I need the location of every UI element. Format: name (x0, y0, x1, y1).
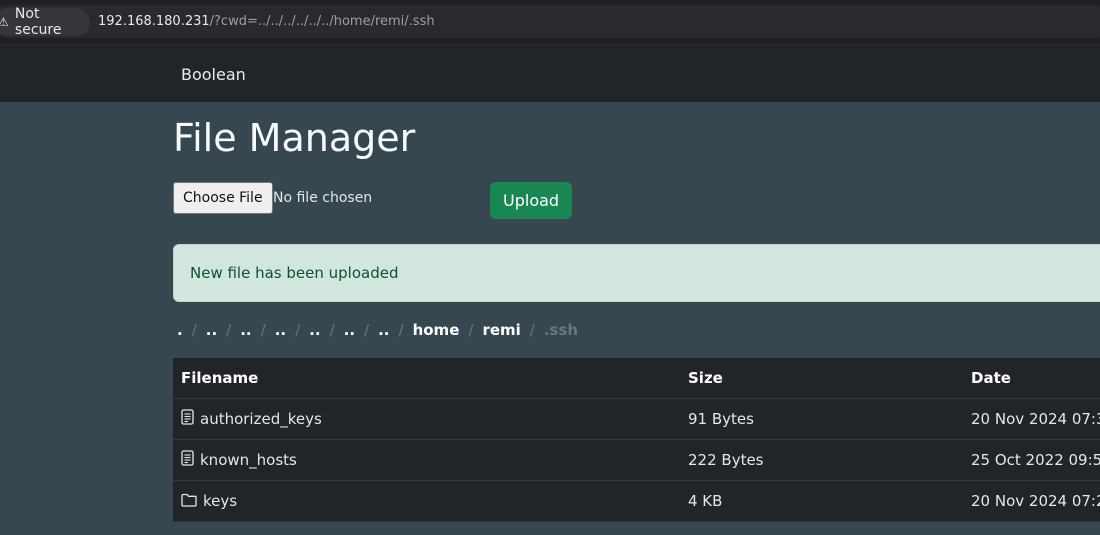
filename-link[interactable]: known_hosts (200, 451, 297, 469)
breadcrumb-item[interactable]: .. (275, 321, 286, 339)
success-alert: New file has been uploaded (173, 244, 1100, 302)
breadcrumb-separator: / (364, 321, 370, 339)
filename-cell: known_hosts (181, 440, 297, 480)
size-cell: 91 Bytes (688, 410, 754, 428)
date-cell: 20 Nov 2024 07:26 (971, 492, 1100, 510)
size-cell: 4 KB (688, 492, 723, 510)
breadcrumb-item[interactable]: .. (240, 321, 251, 339)
breadcrumb-item: .ssh (543, 321, 579, 339)
url-text[interactable]: 192.168.180.231/?cwd=../../../../../../h… (98, 14, 435, 29)
date-cell: 25 Oct 2022 09:58 (971, 451, 1100, 469)
breadcrumb-separator: / (329, 321, 335, 339)
file-icon (181, 441, 194, 481)
url-path: /?cwd=../../../../../../home/remi/.ssh (209, 14, 435, 29)
page-title: File Manager (173, 116, 416, 160)
navbar: Boolean (0, 44, 1100, 102)
breadcrumb-item[interactable]: .. (309, 321, 320, 339)
upload-button[interactable]: Upload (490, 182, 573, 219)
table-row: known_hosts 222 Bytes 25 Oct 2022 09:58 (173, 440, 1100, 481)
table-row: keys 4 KB 20 Nov 2024 07:26 (173, 481, 1100, 522)
navbar-brand[interactable]: Boolean (181, 65, 246, 84)
breadcrumb-item[interactable]: .. (378, 321, 389, 339)
header-size[interactable]: Size (688, 358, 723, 398)
breadcrumb-separator: / (295, 321, 301, 339)
browser-address-bar: ⚠ Not secure 192.168.180.231/?cwd=../../… (0, 0, 1100, 44)
breadcrumb-item[interactable]: remi (482, 321, 520, 339)
alert-text: New file has been uploaded (190, 264, 399, 282)
header-filename[interactable]: Filename (181, 358, 258, 398)
breadcrumb-item[interactable]: home (413, 321, 460, 339)
header-date[interactable]: Date (971, 358, 1011, 398)
date-cell: 20 Nov 2024 07:34 (971, 410, 1100, 428)
security-indicator[interactable]: ⚠ Not secure (0, 6, 90, 38)
breadcrumb-separator: / (226, 321, 232, 339)
table-header-row: Filename Size Date (173, 358, 1100, 399)
table-row: authorized_keys 91 Bytes 20 Nov 2024 07:34 (173, 399, 1100, 440)
upload-form: Choose File No file chosen Upload (173, 182, 773, 222)
breadcrumb-separator: / (191, 321, 197, 339)
file-icon (181, 400, 194, 440)
filename-cell: keys (181, 481, 237, 521)
breadcrumb-separator: / (529, 321, 535, 339)
warning-icon: ⚠ (0, 15, 9, 29)
breadcrumb-separator: / (468, 321, 474, 339)
breadcrumb-separator: / (398, 321, 404, 339)
file-status-text: No file chosen (273, 190, 373, 206)
filename-link[interactable]: keys (203, 492, 237, 510)
security-label: Not secure (14, 6, 62, 38)
breadcrumb-item[interactable]: .. (206, 321, 217, 339)
breadcrumb-separator: / (260, 321, 266, 339)
breadcrumb: . /.. /.. /.. /.. /.. /.. / home / remi / .ssh (177, 321, 578, 339)
filename-cell: authorized_keys (181, 399, 322, 439)
size-cell: 222 Bytes (688, 451, 764, 469)
breadcrumb-item[interactable]: .. (344, 321, 355, 339)
file-table: Filename Size Date authorized_keys 91 Byt… (173, 358, 1100, 522)
url-host: 192.168.180.231 (98, 14, 210, 29)
folder-icon (181, 482, 197, 522)
choose-file-button[interactable]: Choose File (173, 182, 273, 214)
filename-link[interactable]: authorized_keys (200, 410, 322, 428)
